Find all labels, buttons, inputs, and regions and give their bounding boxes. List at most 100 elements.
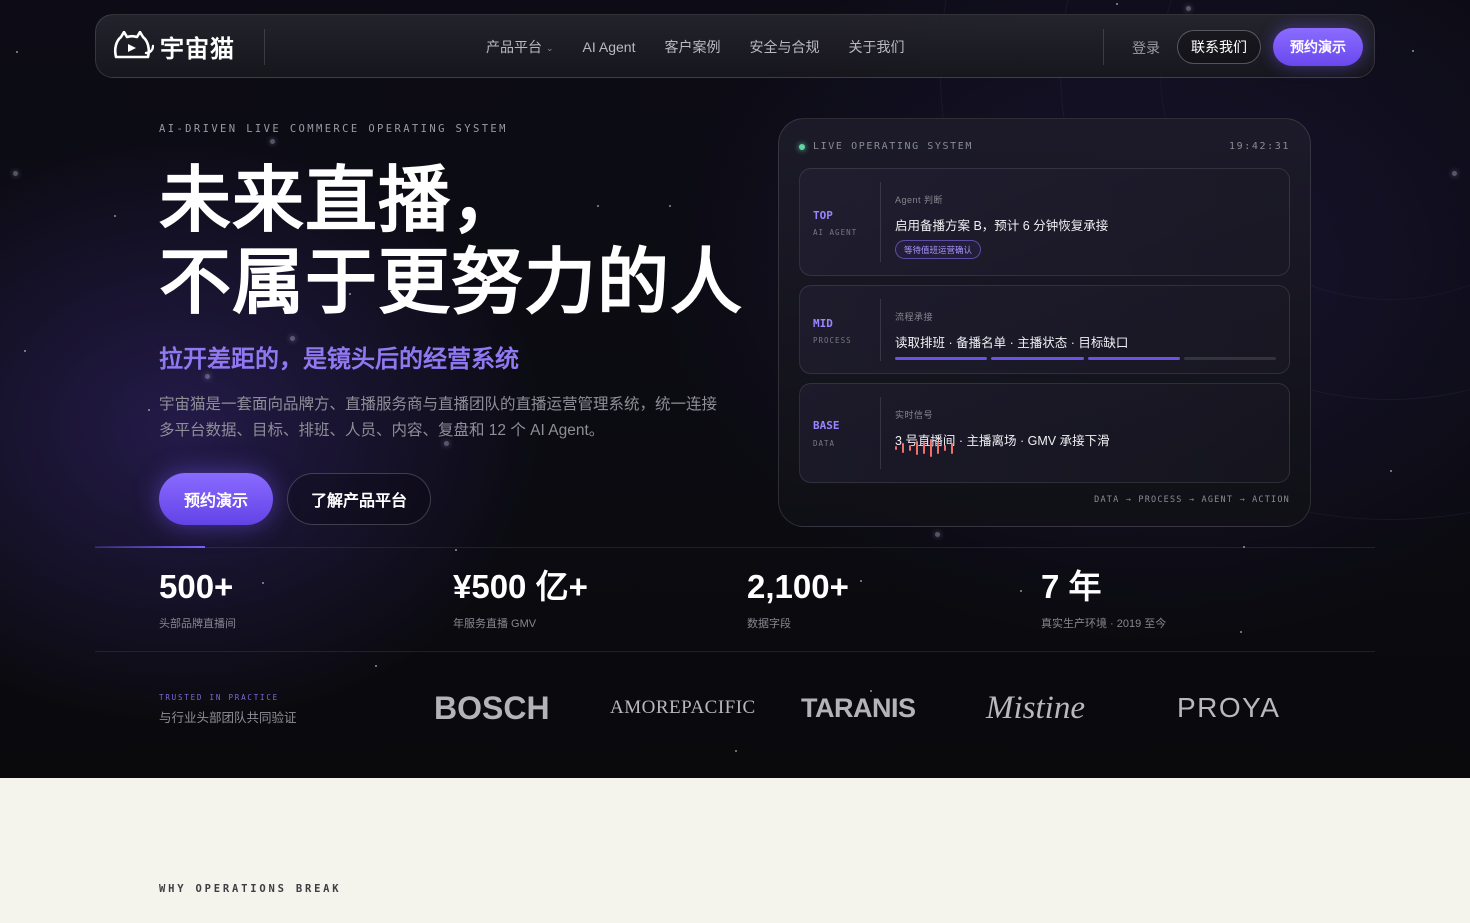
layer-tag: MID [813, 317, 833, 330]
brand-logo[interactable]: 宇宙猫 [112, 29, 235, 63]
nav-link-security[interactable]: 安全与合规 [749, 37, 819, 57]
wave-bar [916, 441, 918, 455]
stat-value: 2,100+ [747, 568, 849, 605]
client-logo-mistine: Mistine [986, 689, 1085, 726]
star [16, 51, 18, 53]
progress-segment [895, 357, 988, 360]
layer-card-mid: MID PROCESS 流程承接 读取排班 · 备播名单 · 主播状态 · 目标… [799, 285, 1290, 374]
progress-segment [1087, 357, 1180, 360]
progress-segment [1183, 357, 1276, 360]
stat-label: 年服务直播 GMV [453, 618, 537, 630]
live-os-panel: LIVE OPERATING SYSTEM 19:42:31 TOP AI AG… [778, 118, 1311, 527]
star [24, 350, 26, 352]
star [1186, 6, 1191, 11]
trust-divider [95, 651, 1375, 652]
hero-section: 宇宙猫 产品平台 ⌄ AI Agent 客户案例 安全与合规 关于我们 登录 联… [0, 0, 1470, 778]
star [1452, 171, 1457, 176]
nav-divider [264, 29, 265, 65]
wave-bar [923, 442, 925, 454]
stat-label: 真实生产环境 · 2019 至今 [1041, 618, 1167, 630]
contact-button[interactable]: 联系我们 [1177, 30, 1261, 64]
layer-tag: TOP [813, 209, 833, 222]
wave-bar [944, 445, 946, 451]
hero-demo-button[interactable]: 预约演示 [159, 473, 273, 525]
layer-message: 读取排班 · 备播名单 · 主播状态 · 目标缺口 [895, 336, 1129, 350]
hero-headline: 未来直播， 不属于更努力的人 [159, 160, 759, 324]
layer-subtitle: AI AGENT [813, 228, 858, 237]
nav-link-label: 安全与合规 [749, 39, 820, 55]
signal-waveform [895, 439, 953, 457]
live-status-icon [799, 143, 805, 150]
nav-link-about[interactable]: 关于我们 [848, 37, 904, 57]
nav-link-label: 关于我们 [848, 39, 905, 55]
wave-bar [937, 442, 939, 454]
client-logo-proya: PROYA [1177, 692, 1281, 723]
stat-value: 500+ [159, 568, 234, 605]
star [114, 215, 116, 217]
nav-link-label: AI Agent [582, 39, 636, 55]
layer-kicker: 流程承接 [895, 312, 934, 322]
nav-demo-button[interactable]: 预约演示 [1273, 28, 1363, 66]
brand-name: 宇宙猫 [160, 35, 235, 63]
layer-tag: BASE [813, 419, 840, 432]
layer-subtitle: DATA [813, 439, 836, 448]
star [375, 665, 377, 667]
nav-divider [1103, 29, 1104, 65]
wave-bar [930, 439, 932, 457]
panel-clock: 19:42:31 [1229, 141, 1290, 152]
star [455, 549, 457, 551]
layer-card-top: TOP AI AGENT Agent 判断 启用备播方案 B，预计 6 分钟恢复… [799, 168, 1290, 276]
client-logo-amorepacific: AMOREPACIFIC [610, 697, 756, 718]
cat-logo-icon [113, 31, 154, 59]
stat-item: ¥500 亿+ 年服务直播 GMV [453, 568, 588, 631]
status-badge: 等待值班运营确认 [895, 240, 982, 259]
star [1020, 590, 1022, 592]
star [270, 139, 275, 144]
nav-link-label: 产品平台 [486, 39, 542, 55]
progress-segment [991, 357, 1084, 360]
stat-item: 500+ 头部品牌直播间 [159, 568, 236, 631]
client-logo-bosch: BOSCH [434, 689, 550, 726]
pipeline-footer: DATA → PROCESS → AGENT → ACTION [1094, 495, 1290, 505]
star [148, 409, 150, 411]
layer-subtitle: PROCESS [813, 336, 852, 345]
panel-title: LIVE OPERATING SYSTEM [813, 141, 974, 152]
nav-link-ai-agent[interactable]: AI Agent [583, 39, 636, 55]
star [1412, 50, 1414, 52]
stats-top-divider [95, 547, 1375, 548]
wave-bar [895, 446, 897, 450]
wave-bar [902, 443, 904, 453]
stat-value: ¥500 亿+ [453, 568, 588, 605]
star [13, 171, 18, 176]
wave-bar [951, 442, 953, 454]
login-link[interactable]: 登录 [1132, 38, 1160, 58]
star [262, 582, 264, 584]
star [735, 750, 737, 752]
process-progress-bar [895, 357, 1276, 360]
stats-accent-line [95, 546, 205, 548]
star [935, 532, 940, 537]
layer-message: 启用备播方案 B，预计 6 分钟恢复承接 [895, 219, 1109, 233]
stat-label: 头部品牌直播间 [159, 618, 236, 630]
trust-kicker: TRUSTED IN PRACTICE [159, 693, 279, 702]
layer-divider [880, 182, 881, 262]
learn-product-button[interactable]: 了解产品平台 [287, 473, 431, 525]
panel-header: LIVE OPERATING SYSTEM [799, 141, 973, 152]
layer-kicker: Agent 判断 [895, 195, 944, 205]
client-logo-taranis: TARANIS [801, 692, 916, 723]
layer-divider [880, 397, 881, 469]
hero-subhead: 拉开差距的，是镜头后的经营系统 [159, 346, 519, 373]
nav-link-label: 客户案例 [664, 39, 721, 55]
headline-line-2: 不属于更努力的人 [159, 243, 744, 323]
layer-card-base: BASE DATA 实时信号 3 号直播间 · 主播离场 · GMV 承接下滑 [799, 383, 1290, 483]
chevron-down-icon: ⌄ [546, 42, 554, 53]
headline-line-1: 未来直播， [159, 161, 525, 241]
hero-eyebrow: AI-DRIVEN LIVE COMMERCE OPERATING SYSTEM [159, 123, 508, 135]
stat-item: 7 年 真实生产环境 · 2019 至今 [1041, 568, 1166, 631]
star [1240, 631, 1242, 633]
top-navigation: 宇宙猫 产品平台 ⌄ AI Agent 客户案例 安全与合规 关于我们 登录 联… [95, 14, 1375, 78]
stat-value: 7 年 [1041, 568, 1102, 605]
nav-link-product-platform[interactable]: 产品平台 ⌄ [486, 37, 554, 57]
nav-link-customer-cases[interactable]: 客户案例 [664, 37, 720, 57]
star [860, 580, 862, 582]
